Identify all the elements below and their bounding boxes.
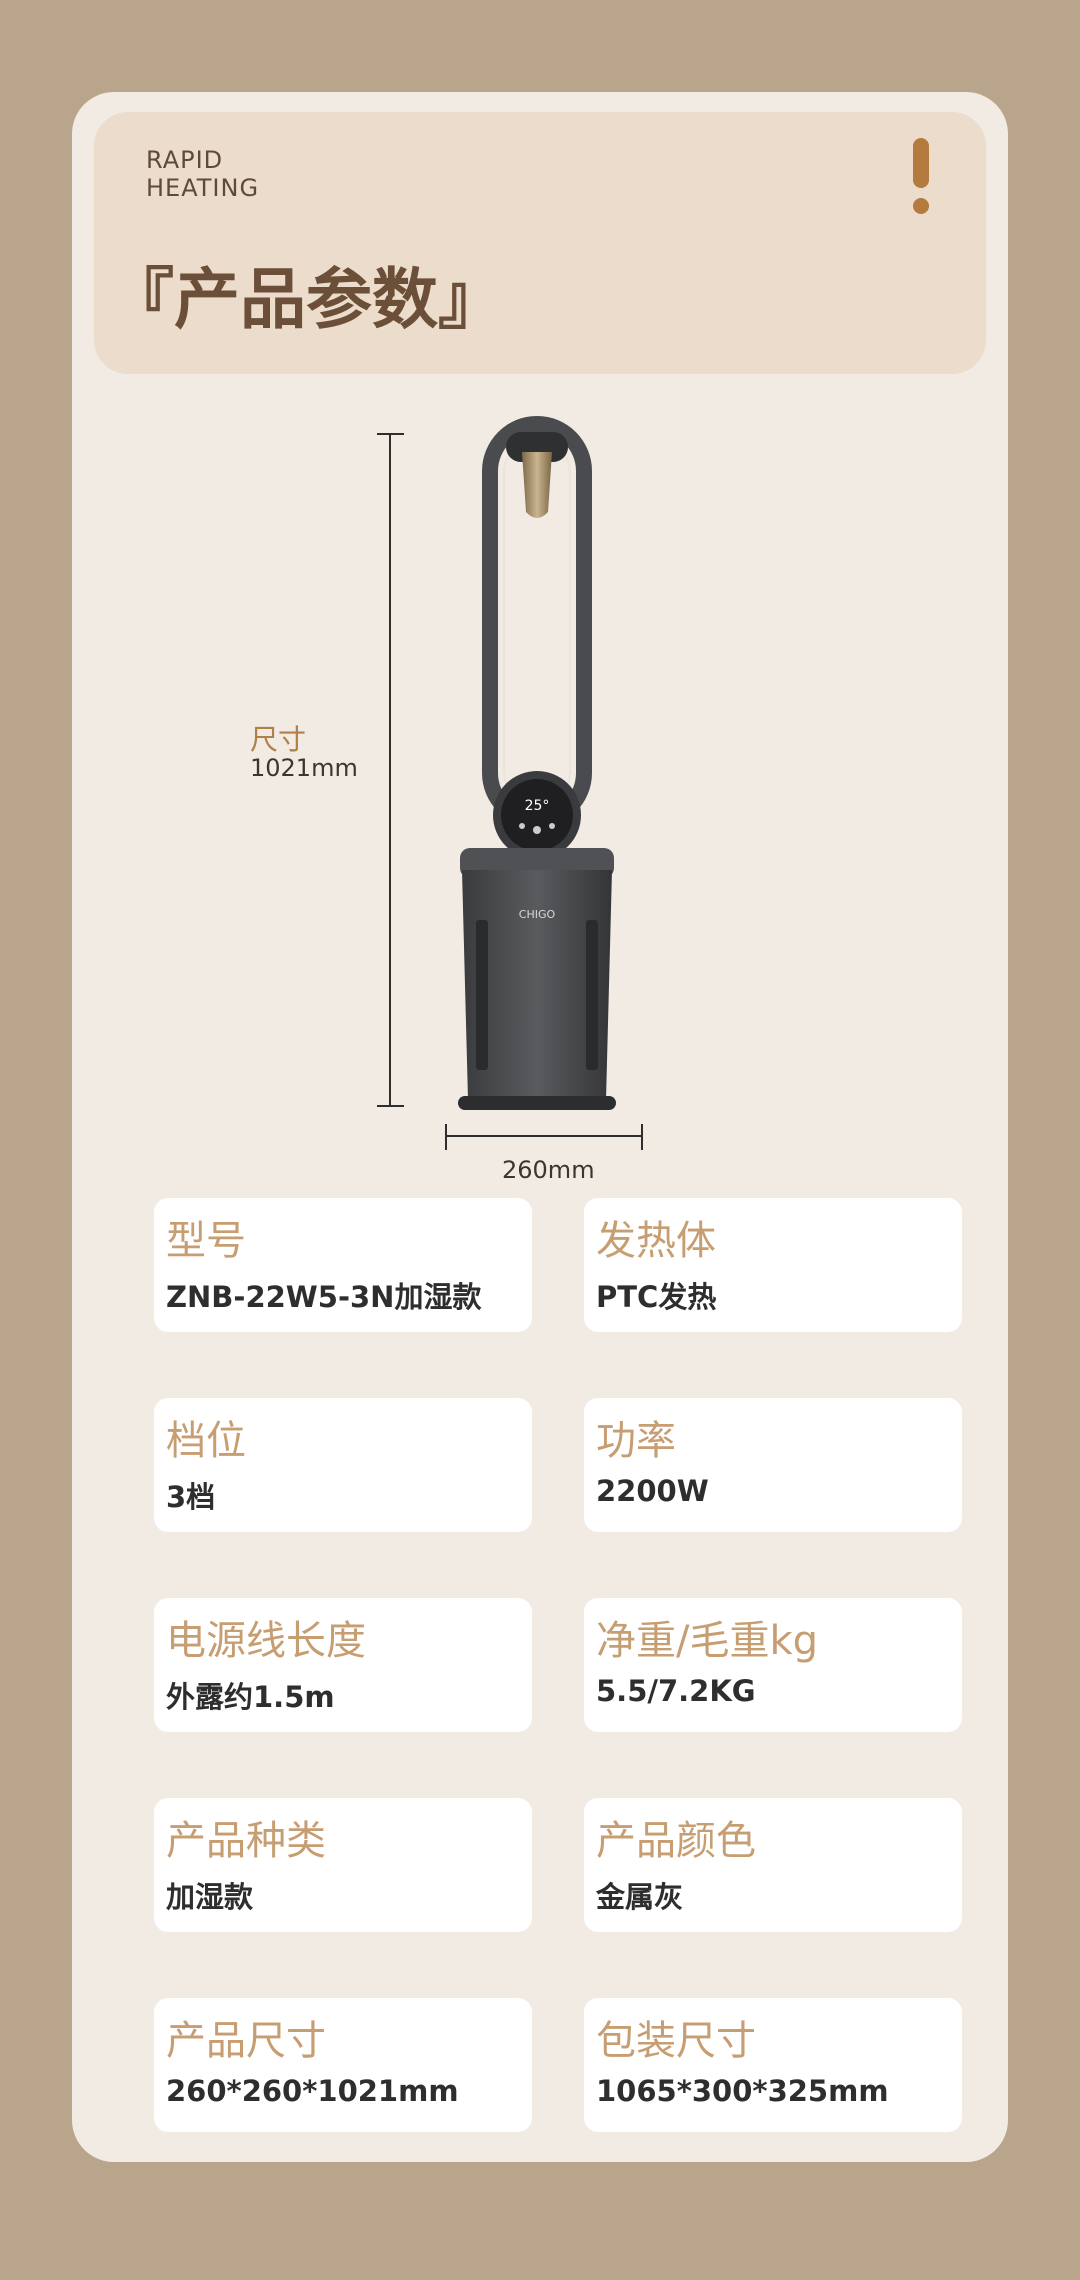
spec-value: 2200W — [596, 1474, 709, 1508]
spec-card-gear: 档位 3档 — [154, 1398, 532, 1532]
spec-card-product-size: 产品尺寸 260*260*1021mm — [154, 1998, 532, 2132]
spec-card-model: 型号 ZNB-22W5-3N加湿款 — [154, 1198, 532, 1332]
spec-label: 产品尺寸 — [166, 2018, 326, 2064]
spec-card-package-size: 包装尺寸 1065*300*325mm — [584, 1998, 962, 2132]
spec-value: 3档 — [166, 1480, 216, 1514]
spec-value: 金属灰 — [596, 1880, 684, 1914]
spec-label: 电源线长度 — [166, 1618, 366, 1664]
spec-label: 功率 — [596, 1418, 676, 1464]
spec-card-cord-length: 电源线长度 外露约1.5m — [154, 1598, 532, 1732]
brand-logo-text: CHIGO — [519, 908, 556, 921]
spec-card-product-type: 产品种类 加湿款 — [154, 1798, 532, 1932]
display-readout: 25° — [525, 798, 550, 814]
spec-value: 加湿款 — [166, 1880, 254, 1914]
spec-label: 产品种类 — [166, 1818, 326, 1864]
spec-card-product-color: 产品颜色 金属灰 — [584, 1798, 962, 1932]
spec-label: 发热体 — [596, 1218, 716, 1264]
spec-value: 260*260*1021mm — [166, 2074, 459, 2108]
spec-value: PTC发热 — [596, 1280, 717, 1314]
heater-product-image: 25° CHIGO — [458, 416, 616, 1110]
spec-card-heating-element: 发热体 PTC发热 — [584, 1198, 962, 1332]
spec-label: 包装尺寸 — [596, 2018, 756, 2064]
spec-value: ZNB-22W5-3N加湿款 — [166, 1280, 482, 1314]
spec-value: 外露约1.5m — [166, 1680, 335, 1714]
spec-value: 1065*300*325mm — [596, 2074, 889, 2108]
spec-label: 档位 — [166, 1418, 246, 1464]
spec-value: 5.5/7.2KG — [596, 1674, 756, 1708]
spec-label: 型号 — [166, 1218, 246, 1264]
spec-card-power: 功率 2200W — [584, 1398, 962, 1532]
spec-card-weight: 净重/毛重kg 5.5/7.2KG — [584, 1598, 962, 1732]
spec-label: 产品颜色 — [596, 1818, 756, 1864]
spec-label: 净重/毛重kg — [596, 1618, 819, 1664]
